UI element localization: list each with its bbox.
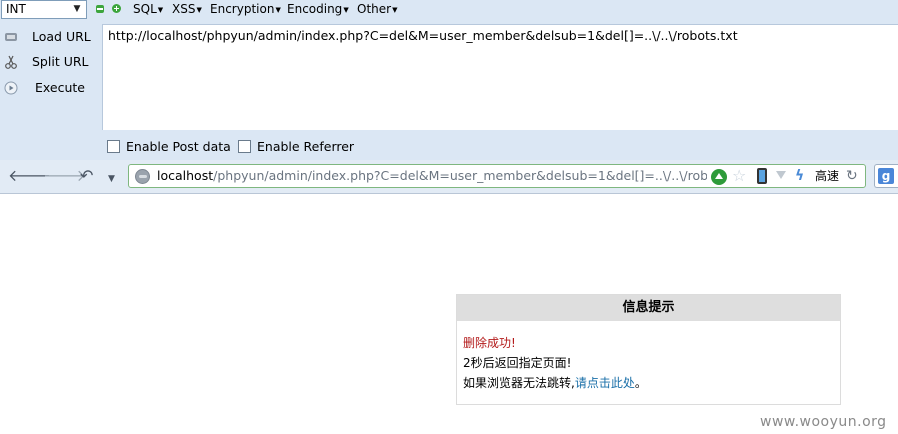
speed-mode-label[interactable]: 高速 [815, 169, 839, 183]
enable-referrer-checkbox[interactable]: Enable Referrer [238, 139, 354, 155]
dropdown-triangle-icon[interactable] [776, 171, 786, 179]
split-url-label: Split URL [32, 54, 89, 69]
star-icon[interactable]: ☆ [732, 167, 746, 185]
menu-other[interactable]: Other▼ [357, 1, 397, 18]
hackbar-type-value: INT [6, 2, 26, 16]
execute-label: Execute [35, 80, 85, 95]
go-icon[interactable] [711, 169, 727, 185]
load-url-button[interactable]: Load URL [0, 25, 100, 49]
scissors-icon [5, 55, 17, 69]
message-title: 信息提示 [457, 295, 840, 321]
checkbox-box[interactable] [238, 140, 251, 153]
redirect-message: 2秒后返回指定页面! [463, 356, 572, 370]
hackbar-url-textarea[interactable]: http://localhost/phpyun/admin/index.php?… [102, 24, 898, 130]
checkbox-box[interactable] [107, 140, 120, 153]
play-icon [4, 81, 18, 95]
reload-icon[interactable]: ↻ [846, 167, 858, 185]
history-dropdown-icon[interactable]: ▼ [108, 170, 115, 188]
hackbar-toolbar: INT ▼ SQL▼ XSS▼ Encryption▼ Encoding▼ Ot… [0, 0, 898, 20]
message-box: 信息提示 删除成功! 2秒后返回指定页面! 如果浏览器无法跳转,请点击此处。 [456, 294, 841, 405]
address-text[interactable]: localhost/phpyun/admin/index.php?C=del&M… [157, 168, 707, 184]
menu-encoding[interactable]: Encoding▼ [287, 1, 349, 18]
decrease-icon[interactable] [96, 5, 104, 13]
enable-post-label: Enable Post data [126, 139, 231, 154]
redirect-link[interactable]: 请点击此处 [575, 376, 635, 390]
menu-encryption[interactable]: Encryption▼ [210, 1, 281, 18]
search-box[interactable]: g [874, 164, 898, 188]
globe-icon [135, 169, 150, 184]
execute-button[interactable]: Execute [0, 76, 100, 100]
undo-icon[interactable]: ↶ [80, 167, 93, 185]
load-url-icon [5, 33, 17, 41]
load-url-label: Load URL [32, 29, 91, 44]
watermark: www.wooyun.org [760, 414, 887, 430]
address-bar[interactable]: localhost/phpyun/admin/index.php?C=del&M… [128, 164, 866, 188]
menu-xss[interactable]: XSS▼ [172, 1, 202, 18]
increase-icon[interactable] [112, 4, 121, 13]
fallback-message: 如果浏览器无法跳转,请点击此处。 [463, 376, 647, 390]
enable-post-checkbox[interactable]: Enable Post data [107, 139, 231, 155]
enable-referrer-label: Enable Referrer [257, 139, 355, 154]
google-icon: g [878, 168, 894, 184]
menu-sql[interactable]: SQL▼ [133, 1, 163, 18]
lightning-icon: ϟ [795, 168, 805, 184]
success-message: 删除成功! [463, 336, 516, 350]
mobile-icon[interactable] [757, 168, 767, 184]
chevron-down-icon: ▼ [73, 4, 81, 14]
navigation-bar: 🡐 🡒 ↶ ▼ localhost/phpyun/admin/index.php… [0, 160, 898, 194]
split-url-button[interactable]: Split URL [0, 50, 100, 74]
hackbar-type-select[interactable]: INT ▼ [1, 0, 87, 19]
hackbar-panel: Load URL Split URL Execute http://localh… [0, 20, 898, 160]
